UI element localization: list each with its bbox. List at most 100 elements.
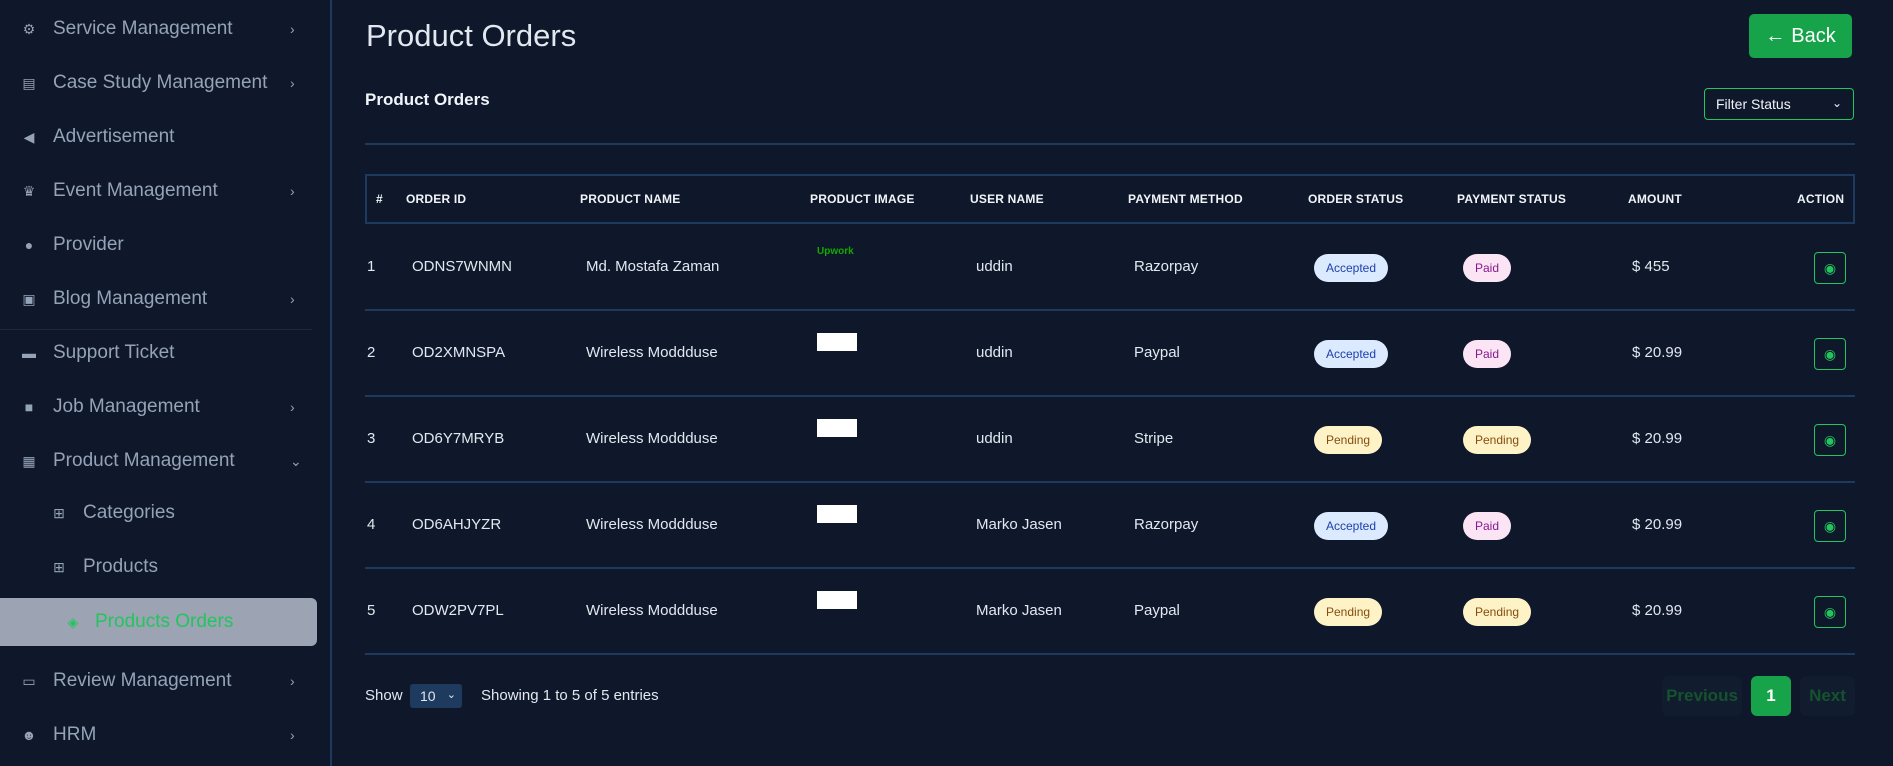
sidebar-item-advertisement[interactable]: ◀ Advertisement [0,110,330,164]
chevron-right-icon: › [290,673,295,689]
sidebar-item-label: Review Management [53,670,232,691]
payment-method: Paypal [1134,602,1180,619]
sidebar-item-label: Advertisement [53,126,175,147]
sidebar-item-label: Support Ticket [53,342,175,363]
eye-icon: ◉ [1823,431,1837,448]
chevron-right-icon: › [290,75,295,91]
sidebar-item-label: Products Orders [95,611,234,632]
user-icon: ● [24,237,34,253]
column-header-number: # [376,192,383,206]
column-header-user-name: USER NAME [970,192,1044,206]
payment-method: Razorpay [1134,516,1199,533]
amount: $ 20.99 [1632,516,1683,533]
page-size-value: 10 [420,688,436,704]
ticket-icon: ▬ [22,345,36,361]
filter-status-select[interactable]: Filter Status ⌄ [1704,88,1854,120]
sidebar-item-products-orders[interactable]: ◈ Products Orders [0,598,317,646]
column-header-amount: AMOUNT [1628,192,1682,206]
table-row: 3 OD6Y7MRYB Wireless Moddduse uddin Stri… [365,397,1855,483]
row-number: 4 [367,516,376,533]
next-page-button[interactable]: Next [1800,676,1855,716]
sidebar-item-review-management[interactable]: ▭ Review Management › [0,654,330,708]
order-status-badge: Accepted [1314,512,1389,540]
product-image-thumbnail [817,505,857,523]
order-id: OD6Y7MRYB [412,430,505,447]
order-id: ODNS7WNMN [412,258,512,275]
previous-page-button[interactable]: Previous [1662,676,1742,716]
sidebar-item-label: Product Management [53,450,235,471]
sidebar-item-label: Products [83,556,158,577]
table-row: 1 ODNS7WNMN Md. Mostafa Zaman Upwork udd… [365,225,1855,311]
order-id: OD2XMNSPA [412,344,506,361]
eye-icon: ◉ [1823,345,1837,362]
user-name: uddin [976,344,1013,361]
sidebar-item-label: Service Management [53,18,233,39]
briefcase-icon: ■ [24,399,34,415]
amount: $ 20.99 [1632,430,1683,447]
product-image-upwork-logo: Upwork [817,246,854,257]
sidebar-item-support-ticket[interactable]: ▬ Support Ticket [0,326,330,380]
sidebar-item-categories[interactable]: ⊞ Categories [0,486,330,540]
view-order-button[interactable]: ◉ [1814,510,1846,542]
page-size-select[interactable]: 10 ⌄ [410,684,462,708]
sidebar-item-case-study-management[interactable]: ▤ Case Study Management › [0,56,330,110]
table-header: # ORDER ID PRODUCT NAME PRODUCT IMAGE US… [365,174,1855,224]
sidebar-item-label: Case Study Management [53,72,268,93]
table-row: 5 ODW2PV7PL Wireless Moddduse Marko Jase… [365,569,1855,655]
network-icon: ⚙ [22,20,36,37]
sidebar-item-job-management[interactable]: ■ Job Management › [0,380,330,434]
row-number: 2 [367,344,376,361]
product-name: Wireless Moddduse [586,344,718,361]
sidebar-item-event-management[interactable]: ♛ Event Management › [0,164,330,218]
page-1-button[interactable]: 1 [1751,676,1791,716]
arrow-left-icon: ← [1765,24,1786,47]
view-order-button[interactable]: ◉ [1814,252,1846,284]
orders-icon: ◈ [67,613,79,630]
chevron-right-icon: › [290,291,295,307]
order-status-badge: Accepted [1314,254,1389,282]
sidebar-item-product-management[interactable]: ▦ Product Management ⌄ [0,434,330,488]
product-name: Wireless Moddduse [586,602,718,619]
user-name: Marko Jasen [976,516,1062,533]
back-button-label: Back [1791,24,1836,47]
eye-icon: ◉ [1823,259,1837,276]
sidebar-item-label: Blog Management [53,288,208,309]
chevron-down-icon: ⌄ [1831,96,1842,110]
view-order-button[interactable]: ◉ [1814,338,1846,370]
sidebar-item-hrm[interactable]: ☻ HRM › [0,708,330,762]
product-image-thumbnail [817,591,857,609]
megaphone-icon: ◀ [23,128,35,145]
chevron-right-icon: › [290,183,295,199]
order-status-badge: Pending [1314,598,1383,626]
sidebar-item-label: Event Management [53,180,218,201]
team-icon: ☻ [21,727,37,743]
view-order-button[interactable]: ◉ [1814,424,1846,456]
chevron-right-icon: › [290,21,295,37]
back-button[interactable]: ← Back [1749,14,1852,58]
filter-status-placeholder: Filter Status [1716,96,1791,112]
sidebar-item-service-management[interactable]: ⚙ Service Management › [0,2,330,56]
sidebar: ⚙ Service Management › ▤ Case Study Mana… [0,0,332,766]
chevron-right-icon: › [290,399,295,415]
sidebar-item-provider[interactable]: ● Provider [0,218,330,272]
product-name: Md. Mostafa Zaman [586,258,720,275]
categories-icon: ⊞ [53,504,65,521]
payment-status-badge: Paid [1463,340,1512,368]
sidebar-item-products[interactable]: ⊞ Products [0,540,330,594]
payment-method: Razorpay [1134,258,1199,275]
sidebar-item-blog-management[interactable]: ▣ Blog Management › [0,272,330,326]
column-header-payment-method: PAYMENT METHOD [1128,192,1243,206]
sidebar-item-label: Provider [53,234,124,255]
order-id: OD6AHJYZR [412,516,502,533]
table-row: 4 OD6AHJYZR Wireless Moddduse Marko Jase… [365,483,1855,569]
amount: $ 20.99 [1632,344,1683,361]
row-number: 3 [367,430,376,447]
order-status-badge: Accepted [1314,340,1389,368]
section-title: Product Orders [365,90,490,109]
eye-icon: ◉ [1823,603,1837,620]
view-order-button[interactable]: ◉ [1814,596,1846,628]
payment-method: Stripe [1134,430,1174,447]
grid-icon: ▦ [22,452,36,469]
amount: $ 455 [1632,258,1670,275]
chevron-down-icon: ⌄ [290,452,302,469]
